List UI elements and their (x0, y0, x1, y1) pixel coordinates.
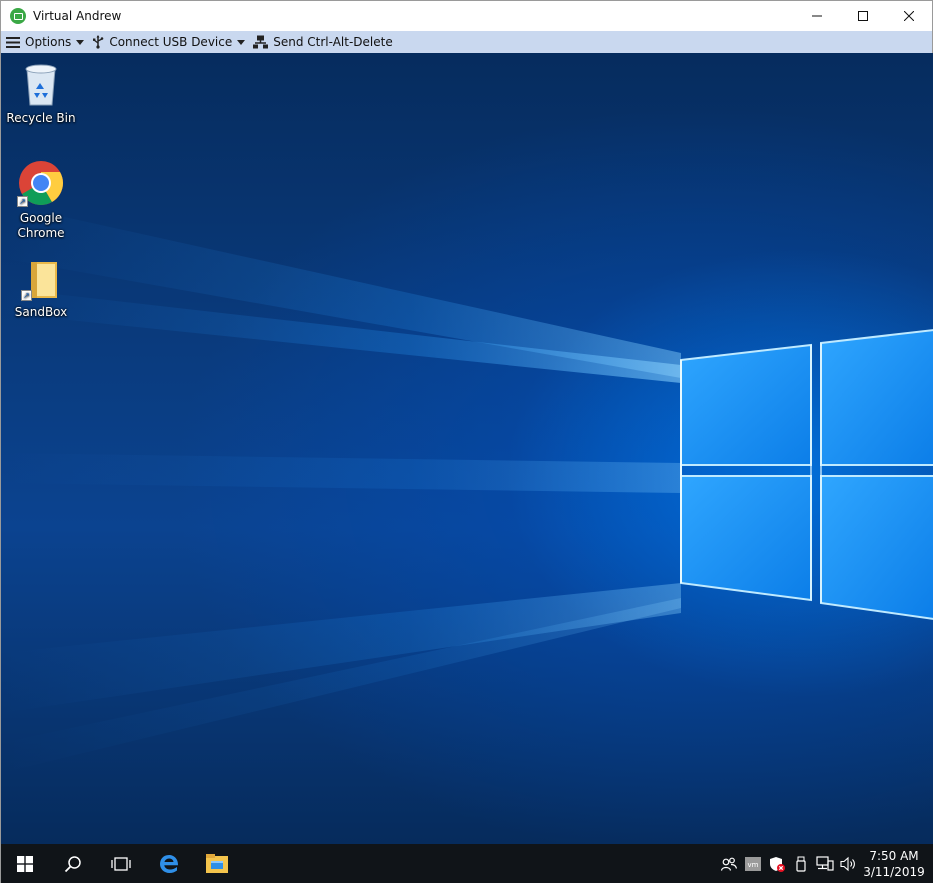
options-menu[interactable]: Options (1, 31, 87, 53)
volume-tray-button[interactable] (837, 844, 861, 883)
desktop-icon-recycle-bin[interactable]: Recycle Bin (2, 61, 80, 126)
close-button[interactable] (886, 1, 932, 31)
vmware-icon: vm (745, 856, 761, 871)
vm-toolbar: Options Connect USB Device Send Ctrl-Alt… (0, 31, 933, 53)
app-icon (10, 8, 26, 24)
task-view-button[interactable] (97, 844, 145, 883)
chevron-down-icon (237, 39, 246, 45)
hamburger-icon (6, 36, 20, 48)
usb-tray-button[interactable] (789, 844, 813, 883)
clock-time: 7:50 AM (869, 848, 919, 863)
desktop-icon-label: Recycle Bin (6, 111, 76, 125)
clock[interactable]: 7:50 AM 3/11/2019 (861, 848, 927, 880)
keyboard-network-icon (253, 35, 269, 49)
send-cad-button[interactable]: Send Ctrl-Alt-Delete (250, 31, 395, 53)
network-tray-button[interactable] (813, 844, 837, 883)
desktop-icon-label: SandBox (14, 305, 68, 319)
options-label: Options (25, 35, 72, 49)
maximize-button[interactable] (840, 1, 886, 31)
desktop-icon-google-chrome[interactable]: ↗ Google Chrome (2, 159, 80, 241)
start-button[interactable] (1, 844, 49, 883)
task-view-icon (111, 856, 131, 871)
chevron-down-icon (76, 39, 85, 45)
window-title: Virtual Andrew (33, 9, 122, 23)
windows-wallpaper (1, 203, 933, 773)
start-icon (17, 855, 33, 872)
maximize-icon (858, 11, 868, 21)
desktop-icon-sandbox[interactable]: ↗ SandBox (2, 259, 80, 320)
connect-usb-label: Connect USB Device (109, 35, 233, 49)
shortcut-arrow-icon: ↗ (17, 196, 28, 207)
volume-icon (840, 856, 855, 871)
network-icon (816, 855, 834, 871)
minimize-button[interactable] (794, 1, 840, 31)
close-icon (904, 11, 914, 21)
defender-icon (770, 856, 785, 872)
file-explorer-button[interactable] (193, 844, 241, 883)
taskbar: vm 7:50 AM 3/11/2019 (0, 844, 933, 883)
minimize-icon (812, 15, 822, 17)
usb-icon (796, 856, 806, 872)
search-icon (64, 855, 81, 872)
clock-date: 3/11/2019 (863, 864, 925, 879)
search-button[interactable] (49, 844, 97, 883)
usb-icon (93, 35, 104, 49)
defender-tray-button[interactable] (765, 844, 789, 883)
recycle-bin-icon (25, 64, 57, 106)
edge-icon (160, 854, 179, 873)
desktop[interactable]: Recycle Bin ↗ Google Chrome ↗ SandBox (0, 53, 933, 844)
window-title-bar[interactable]: Virtual Andrew (0, 0, 933, 31)
people-icon (721, 857, 737, 871)
svg-text:vm: vm (748, 861, 759, 869)
vmware-tray-button[interactable]: vm (741, 844, 765, 883)
send-cad-label: Send Ctrl-Alt-Delete (273, 35, 393, 49)
edge-button[interactable] (145, 844, 193, 883)
system-tray: vm 7:50 AM 3/11/2019 (717, 844, 933, 883)
connect-usb-menu[interactable]: Connect USB Device (89, 31, 248, 53)
file-explorer-icon (206, 853, 228, 873)
shortcut-arrow-icon: ↗ (21, 290, 32, 301)
people-button[interactable] (717, 844, 741, 883)
show-desktop-button[interactable] (927, 844, 933, 883)
desktop-icon-label: Google Chrome (17, 211, 65, 240)
